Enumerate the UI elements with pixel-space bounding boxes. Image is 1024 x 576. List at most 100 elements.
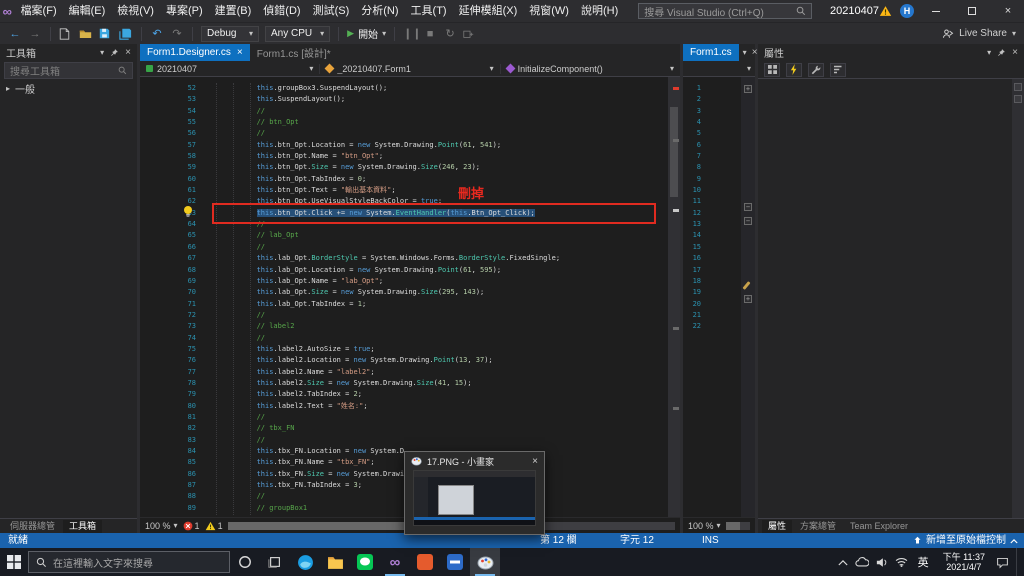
hidden-icons-chevron[interactable]: [838, 559, 848, 566]
menu-item[interactable]: 建置(B): [209, 0, 258, 22]
configuration-dropdown[interactable]: Debug ▾: [201, 25, 259, 42]
undo-icon[interactable]: ↶: [150, 27, 164, 41]
code-line[interactable]: 80 this.label2.Text = "姓名:";: [140, 401, 680, 412]
close-icon[interactable]: ×: [237, 47, 243, 58]
menu-item[interactable]: 專案(P): [160, 0, 209, 22]
events-lightning-icon[interactable]: [786, 62, 802, 77]
chevron-down-icon[interactable]: ▾: [987, 48, 991, 57]
taskbar-clock[interactable]: 下午 11:37 2021/4/7: [939, 552, 989, 572]
menu-item[interactable]: 延伸模組(X): [453, 0, 524, 22]
ime-indicator[interactable]: 英: [915, 554, 932, 570]
menu-item[interactable]: 分析(N): [355, 0, 404, 22]
menu-item[interactable]: 測試(S): [307, 0, 356, 22]
chevron-down-icon[interactable]: ▾: [743, 48, 747, 57]
close-icon[interactable]: ×: [1012, 47, 1018, 58]
breadcrumb-class[interactable]: _20210407.Form1 ▾: [320, 63, 501, 74]
tab-form1-cs-design[interactable]: Form1.cs [設計]*: [250, 44, 338, 61]
warning-indicator[interactable]: 1: [205, 521, 223, 531]
code-line[interactable]: 61 this.btn_Opt.Text = "輸出基本資料";: [140, 185, 680, 196]
network-wifi-icon[interactable]: [895, 557, 908, 567]
toolbox-search-input[interactable]: 搜尋工具箱: [4, 62, 133, 79]
code-line[interactable]: 77 this.label2.Name = "label2";: [140, 367, 680, 378]
tab-form1-cs[interactable]: Form1.cs: [683, 44, 739, 61]
code-line[interactable]: 69 this.lab_Opt.Name = "lab_Opt";: [140, 276, 680, 287]
green-app-icon[interactable]: [350, 548, 380, 576]
code-editor-secondary[interactable]: 1 2 3 4 5 6 7 8 9 10 11 12 13 14 15 16 17 18 19 20 21 22 + − …: [683, 77, 755, 517]
menu-item[interactable]: 檔案(F): [15, 0, 63, 22]
restart-icon[interactable]: ↻: [443, 27, 457, 41]
orange-app-icon[interactable]: [410, 548, 440, 576]
volume-icon[interactable]: [876, 557, 888, 568]
notifications-warning-icon[interactable]: [879, 5, 892, 17]
menu-item[interactable]: 編輯(E): [63, 0, 112, 22]
code-line[interactable]: 67 this.lab_Opt.BorderStyle = System.Win…: [140, 253, 680, 264]
tab-team-explorer[interactable]: Team Explorer: [844, 520, 914, 533]
action-center-icon[interactable]: [996, 556, 1009, 569]
code-line[interactable]: 75 this.label2.AutoSize = true;: [140, 344, 680, 355]
close-icon[interactable]: ×: [752, 47, 758, 58]
tab-solution-explorer[interactable]: 方案總管: [794, 520, 842, 533]
alphabetical-sort-icon[interactable]: [830, 62, 846, 77]
scrollbar-thumb[interactable]: [670, 107, 678, 197]
user-avatar[interactable]: H: [900, 4, 914, 18]
pause-icon[interactable]: ❙❙: [403, 27, 421, 41]
redo-icon[interactable]: ↷: [170, 27, 184, 41]
scrollbar-thumb[interactable]: [725, 521, 741, 530]
save-all-icon[interactable]: [119, 28, 133, 40]
editor2-scrollbar[interactable]: + − − +: [741, 77, 755, 517]
code-line[interactable]: 83 //: [140, 435, 680, 446]
tab-server-explorer[interactable]: 伺服器總管: [4, 520, 61, 533]
onedrive-cloud-icon[interactable]: [855, 557, 869, 567]
code-line[interactable]: 54 //: [140, 106, 680, 117]
scroll-up-icon[interactable]: [1014, 83, 1022, 91]
categorized-icon[interactable]: [764, 62, 780, 77]
visual-studio-icon[interactable]: ∞: [380, 548, 410, 576]
navigate-forward-icon[interactable]: →: [28, 27, 42, 41]
code-line[interactable]: 71 this.lab_Opt.TabIndex = 1;: [140, 299, 680, 310]
save-icon[interactable]: [99, 28, 113, 39]
file-explorer-icon[interactable]: [320, 548, 350, 576]
code-line[interactable]: 56 //: [140, 128, 680, 139]
task-view-icon[interactable]: [260, 548, 290, 576]
code-line[interactable]: 57 this.btn_Opt.Location = new System.Dr…: [140, 140, 680, 151]
platform-dropdown[interactable]: Any CPU ▾: [265, 25, 331, 42]
collapse-icon[interactable]: −: [744, 203, 752, 211]
code-line[interactable]: 65 // lab_Opt: [140, 230, 680, 241]
open-file-icon[interactable]: [79, 28, 93, 39]
editor-vertical-scrollbar[interactable]: [668, 77, 680, 517]
properties-scrollbar[interactable]: [1012, 79, 1024, 518]
quick-actions-lightbulb-icon[interactable]: [182, 205, 194, 218]
paint-icon[interactable]: [470, 548, 500, 576]
close-button[interactable]: ×: [994, 0, 1022, 22]
stop-icon[interactable]: ■: [423, 27, 437, 41]
start-debug-button[interactable]: ▶ 開始 ▾: [347, 26, 386, 41]
code-line[interactable]: 52 this.groupBox3.SuspendLayout();: [140, 83, 680, 94]
menu-item[interactable]: 視窗(W): [523, 0, 575, 22]
code-line[interactable]: 72 //: [140, 310, 680, 321]
close-icon[interactable]: ×: [125, 47, 131, 58]
tab-toolbox[interactable]: 工具箱: [63, 520, 103, 533]
menu-item[interactable]: 偵錯(D): [257, 0, 306, 22]
start-button[interactable]: [0, 548, 28, 576]
show-desktop-button[interactable]: [1016, 548, 1020, 576]
chevron-down-icon[interactable]: ▾: [100, 48, 104, 57]
new-project-icon[interactable]: [59, 27, 73, 40]
code-line[interactable]: 68 this.lab_Opt.Location = new System.Dr…: [140, 265, 680, 276]
error-indicator[interactable]: 1: [183, 521, 200, 531]
collapse-icon[interactable]: −: [744, 217, 752, 225]
pin-icon[interactable]: [110, 48, 119, 57]
toolbox-group-general[interactable]: ▸ 一般: [0, 80, 137, 96]
code-line[interactable]: 81 //: [140, 412, 680, 423]
zoom-control[interactable]: 100 % ▾: [145, 521, 178, 531]
vs-search-box[interactable]: 搜尋 Visual Studio (Ctrl+Q): [638, 3, 813, 19]
code-line[interactable]: 76 this.label2.Location = new System.Dra…: [140, 355, 680, 366]
tab-properties[interactable]: 屬性: [762, 520, 793, 533]
maximize-button[interactable]: [958, 0, 986, 22]
code-line[interactable]: 82 // tbx_FN: [140, 423, 680, 434]
code-line[interactable]: 70 this.lab_Opt.Size = new System.Drawin…: [140, 287, 680, 298]
chevron-down-icon[interactable]: ▾: [747, 64, 751, 73]
editor2-horizontal-scrollbar[interactable]: [725, 521, 750, 530]
blue-app-icon[interactable]: [440, 548, 470, 576]
navigate-back-icon[interactable]: ←: [8, 27, 22, 41]
minimize-button[interactable]: [922, 0, 950, 22]
